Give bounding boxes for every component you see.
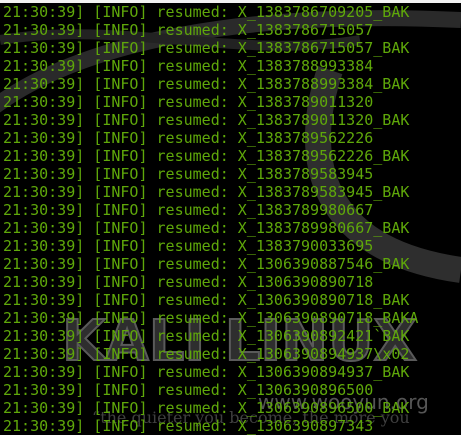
log-line: 21:30:39] [INFO] resumed: X_130639089493… (3, 345, 410, 363)
log-line: 21:30:39] [INFO] resumed: X_138378998066… (3, 219, 410, 237)
log-line: 21:30:39] [INFO] resumed: X_138378671505… (3, 21, 374, 39)
log-line: 21:30:39] [INFO] resumed: X_138378956222… (3, 147, 410, 165)
log-line: 21:30:39] [INFO] resumed: X_130639089650… (3, 381, 374, 399)
log-line: 21:30:39] [INFO] resumed: X_138379003369… (3, 237, 374, 255)
log-line: 21:30:39] [INFO] resumed: X_130639089734… (3, 417, 374, 435)
log-line: 21:30:39] [INFO] resumed: X_138378958394… (3, 165, 374, 183)
log-line: 21:30:39] [INFO] resumed: X_138378998066… (3, 201, 374, 219)
log-line: 21:30:39] [INFO] resumed: X_138378958394… (3, 183, 410, 201)
log-line: 21:30:39] [INFO] resumed: X_138378899338… (3, 75, 410, 93)
log-line: 21:30:39] [INFO] resumed: X_138378956222… (3, 129, 374, 147)
log-line: 21:30:39] [INFO] resumed: X_138378671505… (3, 39, 410, 57)
log-line: 21:30:39] [INFO] resumed: X_138378901132… (3, 111, 410, 129)
log-line: 21:30:39] [INFO] resumed: X_130639089071… (3, 309, 419, 327)
log-line: 21:30:39] [INFO] resumed: X_130639089650… (3, 399, 410, 417)
terminal-output: 21:30:39] [INFO] resumed: X_138378670920… (3, 3, 418, 435)
log-line: 21:30:39] [INFO] resumed: X_130639089071… (3, 291, 410, 309)
log-line: 21:30:39] [INFO] resumed: X_138378901132… (3, 93, 374, 111)
log-line: 21:30:39] [INFO] resumed: X_130639088754… (3, 255, 410, 273)
log-line: 21:30:39] [INFO] resumed: X_138378670920… (3, 3, 410, 21)
log-line: 21:30:39] [INFO] resumed: X_138378899338… (3, 57, 374, 75)
log-line: 21:30:39] [INFO] resumed: X_130639089493… (3, 363, 410, 381)
log-line: 21:30:39] [INFO] resumed: X_130639089071… (3, 273, 374, 291)
log-line: 21:30:39] [INFO] resumed: X_130639089242… (3, 327, 410, 345)
